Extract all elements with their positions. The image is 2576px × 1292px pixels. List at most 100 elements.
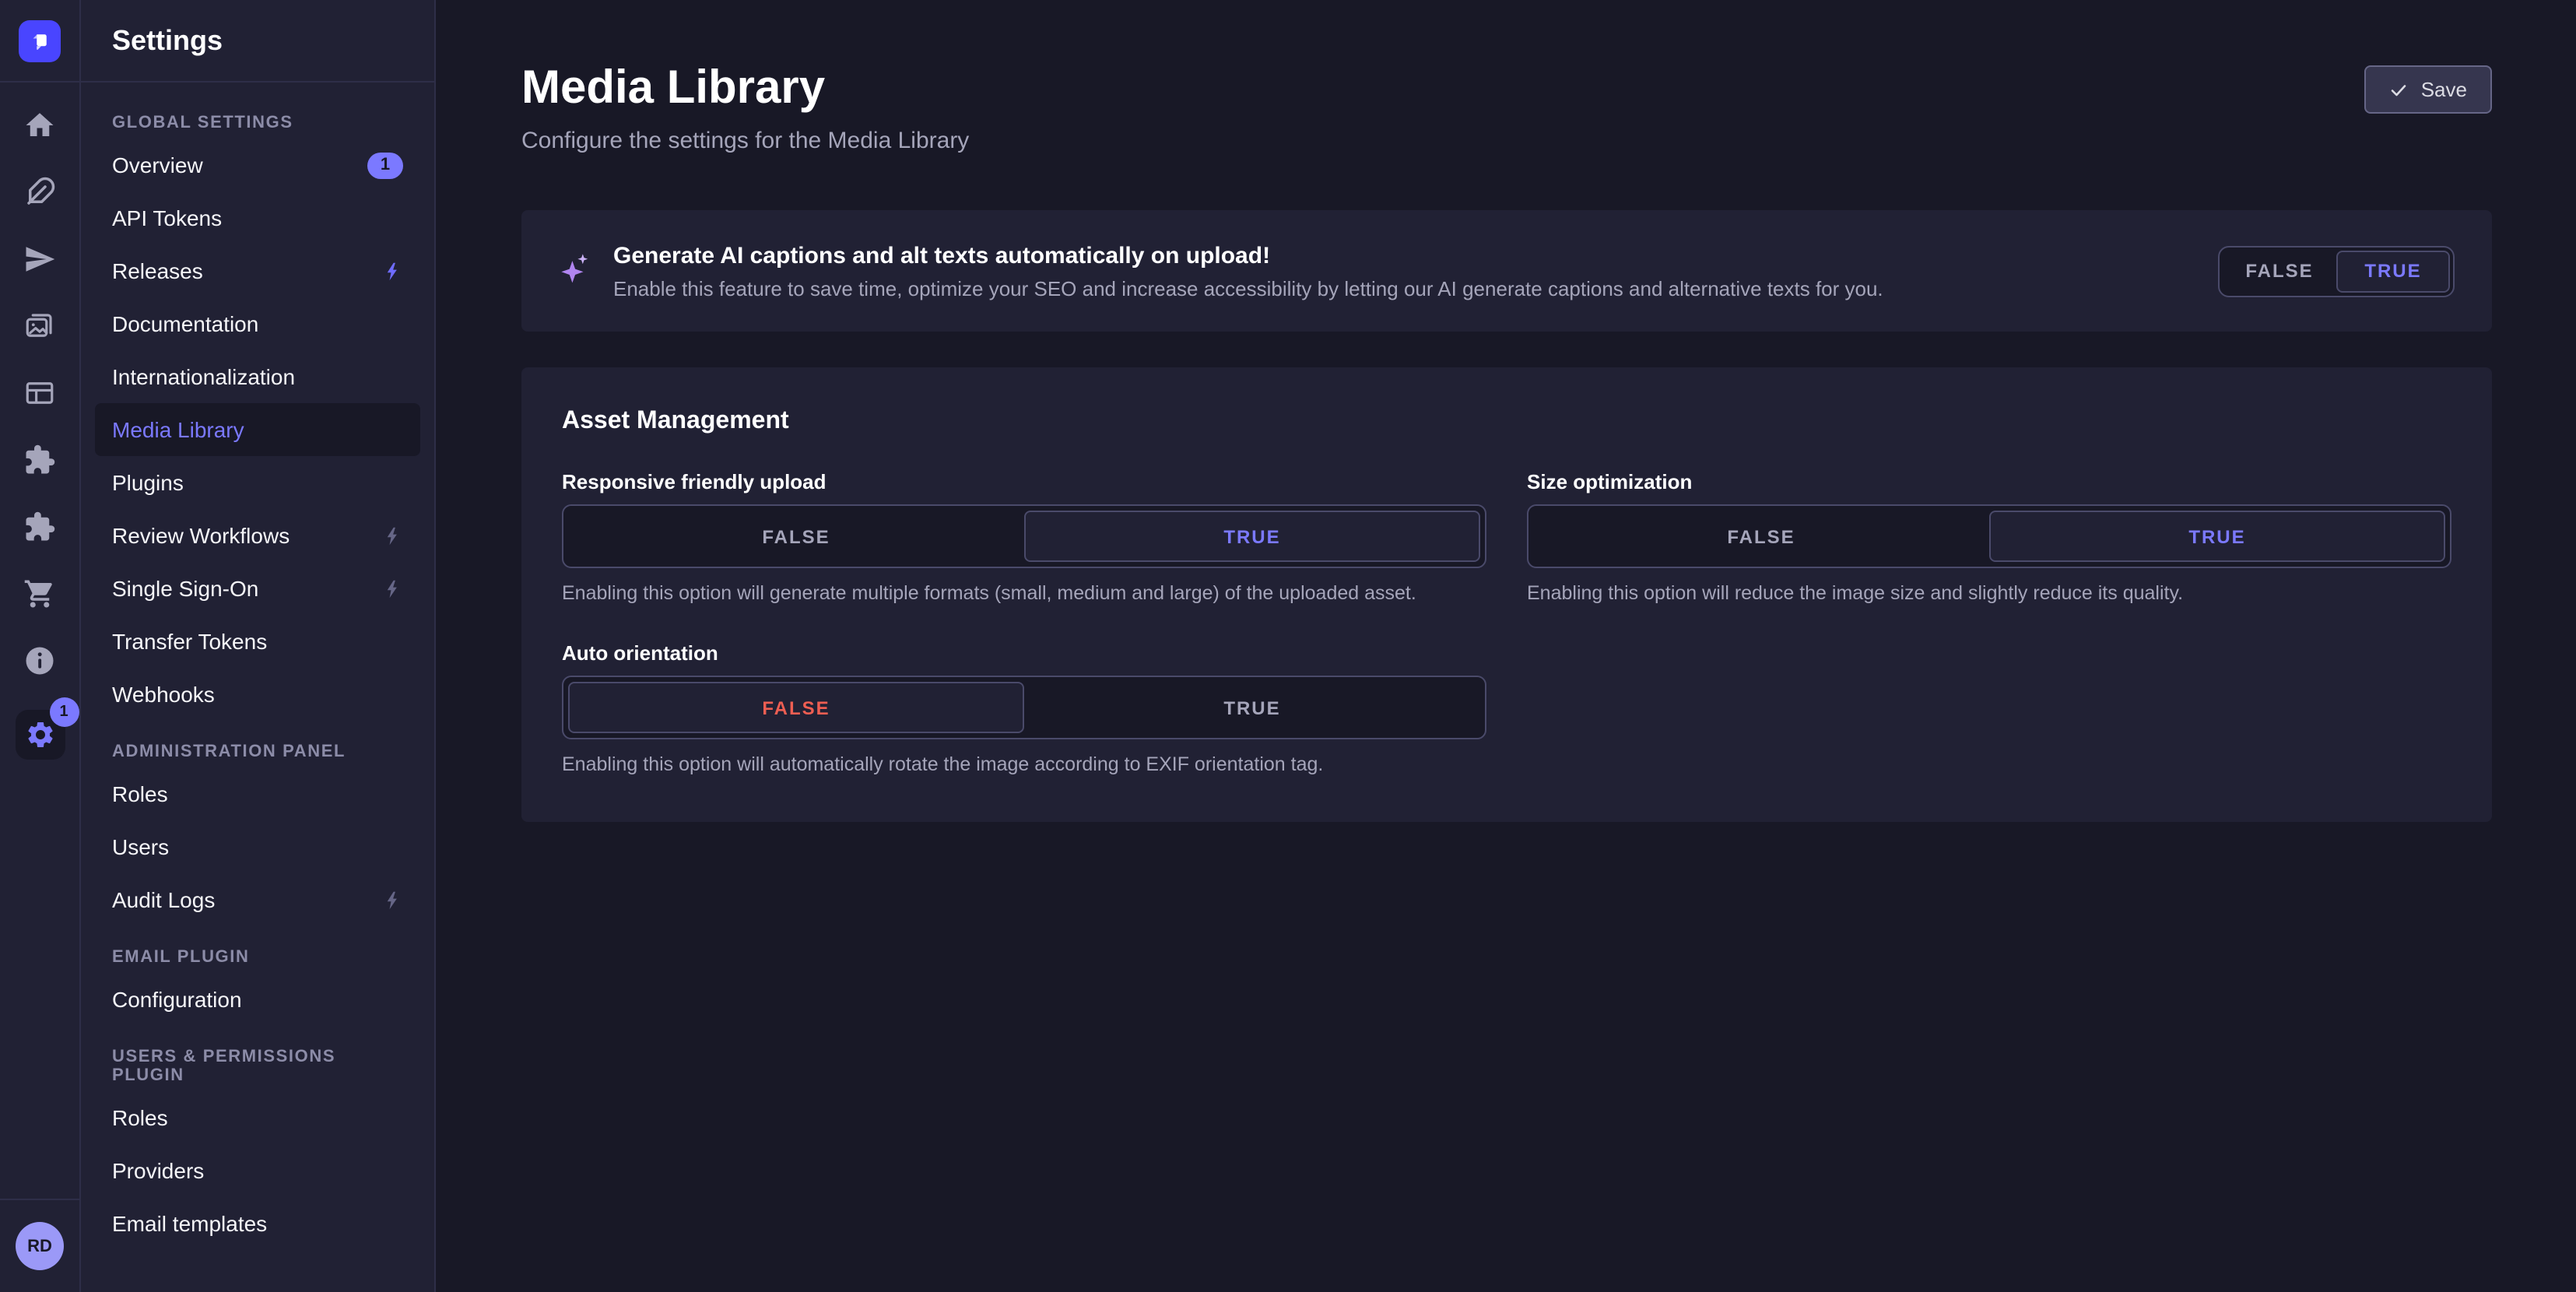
plugin-puzzle-icon-2[interactable] [23, 509, 57, 543]
release-plane-icon[interactable] [23, 241, 57, 276]
responsive-friendly-upload-toggle-true-option[interactable]: TRUE [1024, 511, 1480, 562]
nav-section-email-plugin: EMAIL PLUGIN Configuration [81, 948, 434, 1026]
settings-subnav: Settings GLOBAL SETTINGS Overview 1 API Tok… [81, 0, 436, 1292]
sidebar-item-single-sign-on[interactable]: Single Sign-On [81, 562, 434, 615]
size-optimization-toggle-false-option[interactable]: FALSE [1533, 511, 1989, 562]
sidebar-item-email-templates[interactable]: Email templates [81, 1197, 434, 1250]
home-icon[interactable] [23, 107, 57, 142]
nav-section-label: GLOBAL SETTINGS [81, 114, 434, 132]
sidebar-item-label: Overview [112, 153, 203, 177]
sidebar-item-overview[interactable]: Overview 1 [81, 139, 434, 191]
nav-item-badge-wrap: 1 [367, 152, 403, 178]
sidebar-item-label: API Tokens [112, 205, 222, 230]
asset-management-fields: Responsive friendly uploadFALSETRUEEnabl… [562, 470, 2451, 775]
field-hint: Enabling this option will reduce the ima… [1527, 582, 2451, 604]
lightning-icon [383, 890, 403, 910]
sidebar-item-label: Transfer Tokens [112, 629, 267, 654]
sidebar-item-media-library[interactable]: Media Library [95, 403, 420, 456]
settings-menu: GLOBAL SETTINGS Overview 1 API Tokens Releas… [81, 83, 434, 1266]
notification-count-badge: 1 [367, 152, 403, 178]
sidebar-item-label: Review Workflows [112, 523, 290, 548]
sidebar-item-configuration[interactable]: Configuration [81, 973, 434, 1026]
banner-toggle-slot: FALSETRUE [2218, 245, 2455, 297]
sidebar-item-users[interactable]: Users [81, 820, 434, 873]
sidebar-item-label: Providers [112, 1158, 204, 1183]
field-label: Auto orientation [562, 641, 1486, 665]
ai-captions-toggle: FALSETRUE [2218, 245, 2455, 297]
field-hint: Enabling this option will automatically … [562, 753, 1486, 775]
save-button[interactable]: Save [2365, 65, 2492, 114]
ai-captions-toggle-false-option[interactable]: FALSE [2223, 250, 2336, 292]
auto-orientation-toggle-true-option[interactable]: TRUE [1024, 682, 1480, 733]
content-type-builder-icon[interactable] [23, 375, 57, 409]
banner-title: Generate AI captions and alt texts autom… [613, 242, 1883, 269]
sidebar-item-label: Documentation [112, 311, 258, 336]
sidebar-item-review-workflows[interactable]: Review Workflows [81, 509, 434, 562]
sidebar-item-label: Email templates [112, 1211, 267, 1236]
sidebar-item-releases[interactable]: Releases [81, 244, 434, 297]
info-icon[interactable] [23, 643, 57, 677]
nav-section-users-permissions-plugin: USERS & PERMISSIONS PLUGIN Roles Providers… [81, 1048, 434, 1250]
auto-orientation-toggle: FALSETRUE [562, 676, 1486, 739]
page-subtitle: Configure the settings for the Media Lib… [521, 128, 969, 154]
nav-section-administration-panel: ADMINISTRATION PANEL Roles Users Audit Logs [81, 743, 434, 926]
lightning-icon [383, 578, 403, 599]
sidebar-item-webhooks[interactable]: Webhooks [81, 668, 434, 721]
content-feather-icon[interactable] [23, 174, 57, 209]
size-optimization-toggle: FALSETRUE [1527, 504, 2451, 568]
banner-description: Enable this feature to save time, optimi… [613, 276, 1883, 300]
sidebar-item-label: Roles [112, 781, 168, 806]
responsive-friendly-upload-toggle-false-option[interactable]: FALSE [568, 511, 1024, 562]
main-nav-icons: 1 [0, 83, 79, 1199]
subnav-header: Settings [81, 0, 434, 83]
field-auto-orientation: Auto orientation FALSETRUE Enabling this o… [562, 641, 1486, 775]
sidebar-item-providers[interactable]: Providers [81, 1144, 434, 1197]
logo-section [0, 0, 79, 83]
field-hint: Enabling this option will generate multi… [562, 582, 1486, 604]
sidebar-footer: RD [0, 1199, 79, 1292]
nav-section-label: USERS & PERMISSIONS PLUGIN [81, 1048, 434, 1085]
sidebar-item-plugins[interactable]: Plugins [81, 456, 434, 509]
sidebar-item-transfer-tokens[interactable]: Transfer Tokens [81, 615, 434, 668]
marketplace-cart-icon[interactable] [23, 576, 57, 610]
page-title: Media Library [521, 59, 969, 118]
sidebar-item-label: Users [112, 834, 169, 859]
field-size-optimization: Size optimization FALSETRUE Enabling this … [1527, 470, 2451, 604]
auto-orientation-toggle-false-option[interactable]: FALSE [568, 682, 1024, 733]
sidebar-item-api-tokens[interactable]: API Tokens [81, 191, 434, 244]
sidebar-item-roles[interactable]: Roles [81, 767, 434, 820]
media-library-icon[interactable] [23, 308, 57, 342]
field-label: Responsive friendly upload [562, 470, 1486, 493]
size-optimization-toggle-true-option[interactable]: TRUE [1989, 511, 2445, 562]
sidebar-item-label: Roles [112, 1105, 168, 1130]
banner-text: Generate AI captions and alt texts autom… [613, 242, 1883, 300]
user-avatar[interactable]: RD [16, 1222, 64, 1270]
asset-management-title: Asset Management [562, 408, 2451, 436]
field-responsive-friendly-upload: Responsive friendly upload FALSETRUE Enabl… [562, 470, 1486, 604]
sidebar-item-audit-logs[interactable]: Audit Logs [81, 873, 434, 926]
sidebar-item-label: Webhooks [112, 682, 215, 707]
nav-section-label: EMAIL PLUGIN [81, 948, 434, 967]
settings-gear-icon[interactable]: 1 [15, 710, 65, 760]
responsive-friendly-upload-toggle: FALSETRUE [562, 504, 1486, 568]
nav-section-label: ADMINISTRATION PANEL [81, 743, 434, 761]
ai-captions-toggle-true-option[interactable]: TRUE [2336, 250, 2450, 292]
sidebar-item-roles[interactable]: Roles [81, 1091, 434, 1144]
sidebar-item-label: Single Sign-On [112, 576, 258, 601]
sidebar-item-label: Audit Logs [112, 887, 215, 912]
app-window: 1 RD Settings GLOBAL SETTINGS Overview 1 AP… [0, 0, 2576, 1292]
field-label: Size optimization [1527, 470, 2451, 493]
ai-caption-banner: Generate AI captions and alt texts autom… [521, 210, 2492, 332]
sidebar-item-label: Releases [112, 258, 203, 283]
check-icon [2390, 80, 2409, 99]
main-nav-sidebar: 1 RD [0, 0, 81, 1292]
nav-section-global-settings: GLOBAL SETTINGS Overview 1 API Tokens Releas… [81, 114, 434, 721]
sidebar-item-label: Configuration [112, 987, 242, 1012]
sidebar-item-label: Internationalization [112, 364, 295, 389]
sidebar-item-documentation[interactable]: Documentation [81, 297, 434, 350]
strapi-logo[interactable] [19, 19, 61, 61]
sidebar-item-label: Plugins [112, 470, 184, 495]
subnav-title: Settings [112, 24, 223, 57]
plugin-puzzle-icon-1[interactable] [23, 442, 57, 476]
sidebar-item-internationalization[interactable]: Internationalization [81, 350, 434, 403]
